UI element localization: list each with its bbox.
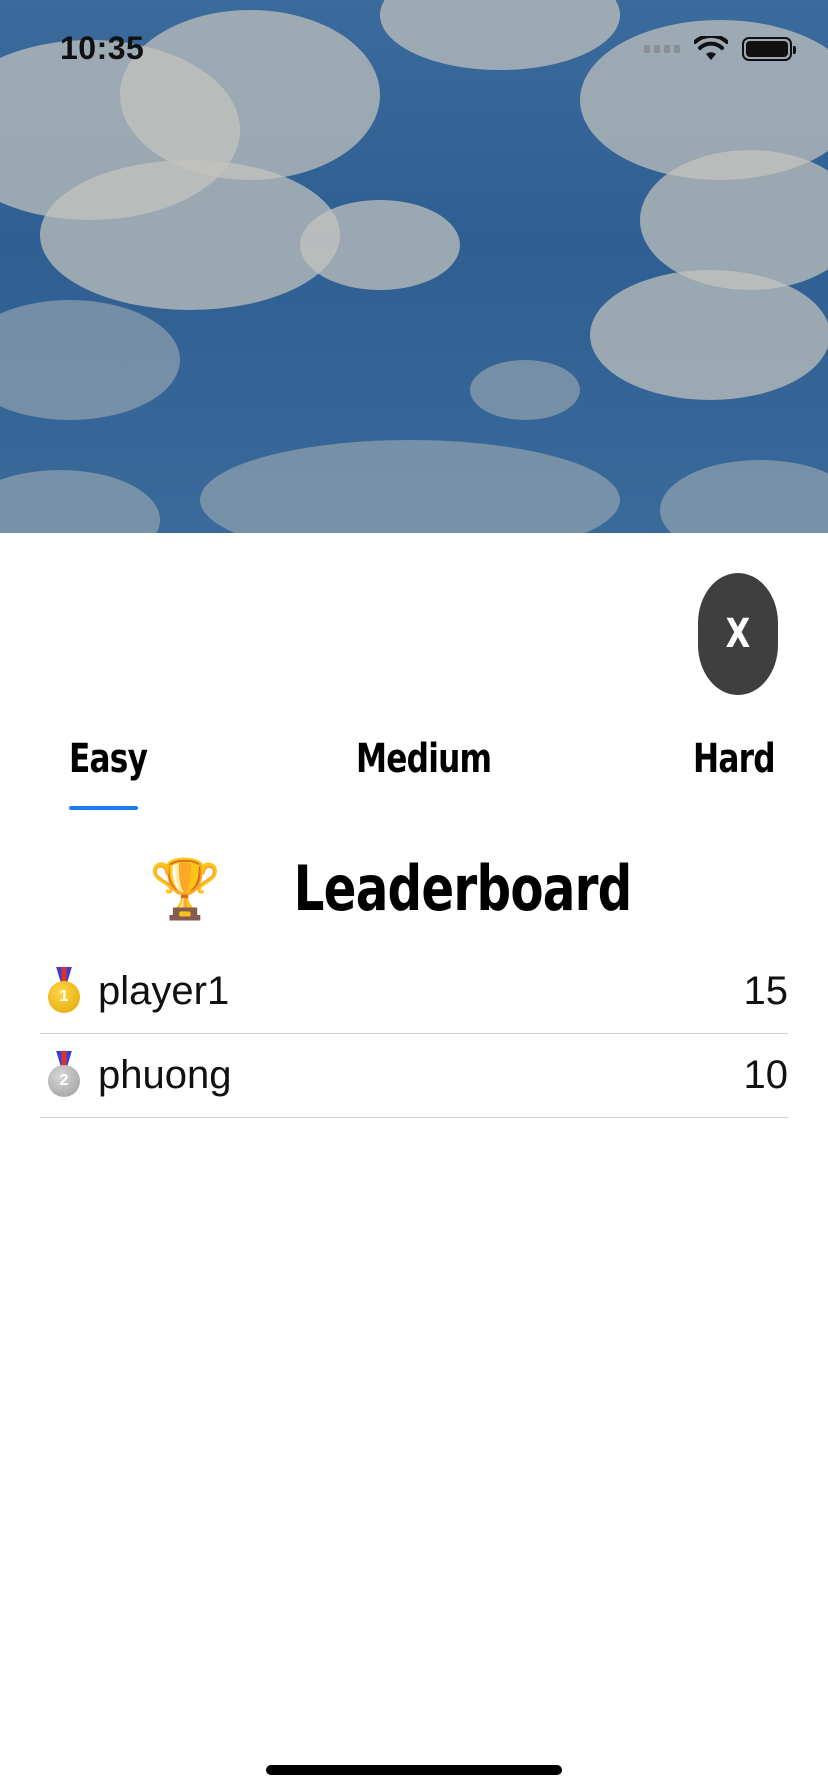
trophy-icon: 🏆 <box>149 854 222 923</box>
close-button[interactable]: X <box>698 573 778 695</box>
player-score: 10 <box>743 1053 789 1097</box>
battery-icon <box>742 37 796 61</box>
silver-medal-icon: 2 <box>46 1050 82 1101</box>
player-name: player1 <box>98 969 230 1013</box>
status-icons <box>644 34 796 64</box>
tab-selected-indicator <box>69 806 138 810</box>
leaderboard-row: 2 phuong 10 <box>40 1034 788 1118</box>
leaderboard-title: 🏆 Leaderboard <box>0 852 828 925</box>
wifi-icon <box>694 36 728 60</box>
status-time: 10:35 <box>60 30 145 66</box>
tab-easy[interactable]: Easy <box>69 736 148 782</box>
home-indicator[interactable] <box>266 1765 562 1775</box>
signal-icon <box>644 45 680 53</box>
tab-medium[interactable]: Medium <box>356 736 492 782</box>
leaderboard-title-text: Leaderboard <box>293 852 632 925</box>
player-score: 15 <box>743 969 789 1013</box>
leaderboard-row: 1 player1 15 <box>40 950 788 1034</box>
sky-background-image <box>0 0 828 533</box>
tab-hard[interactable]: Hard <box>693 736 776 782</box>
gold-medal-icon: 1 <box>46 966 82 1017</box>
player-name: phuong <box>98 1053 232 1097</box>
